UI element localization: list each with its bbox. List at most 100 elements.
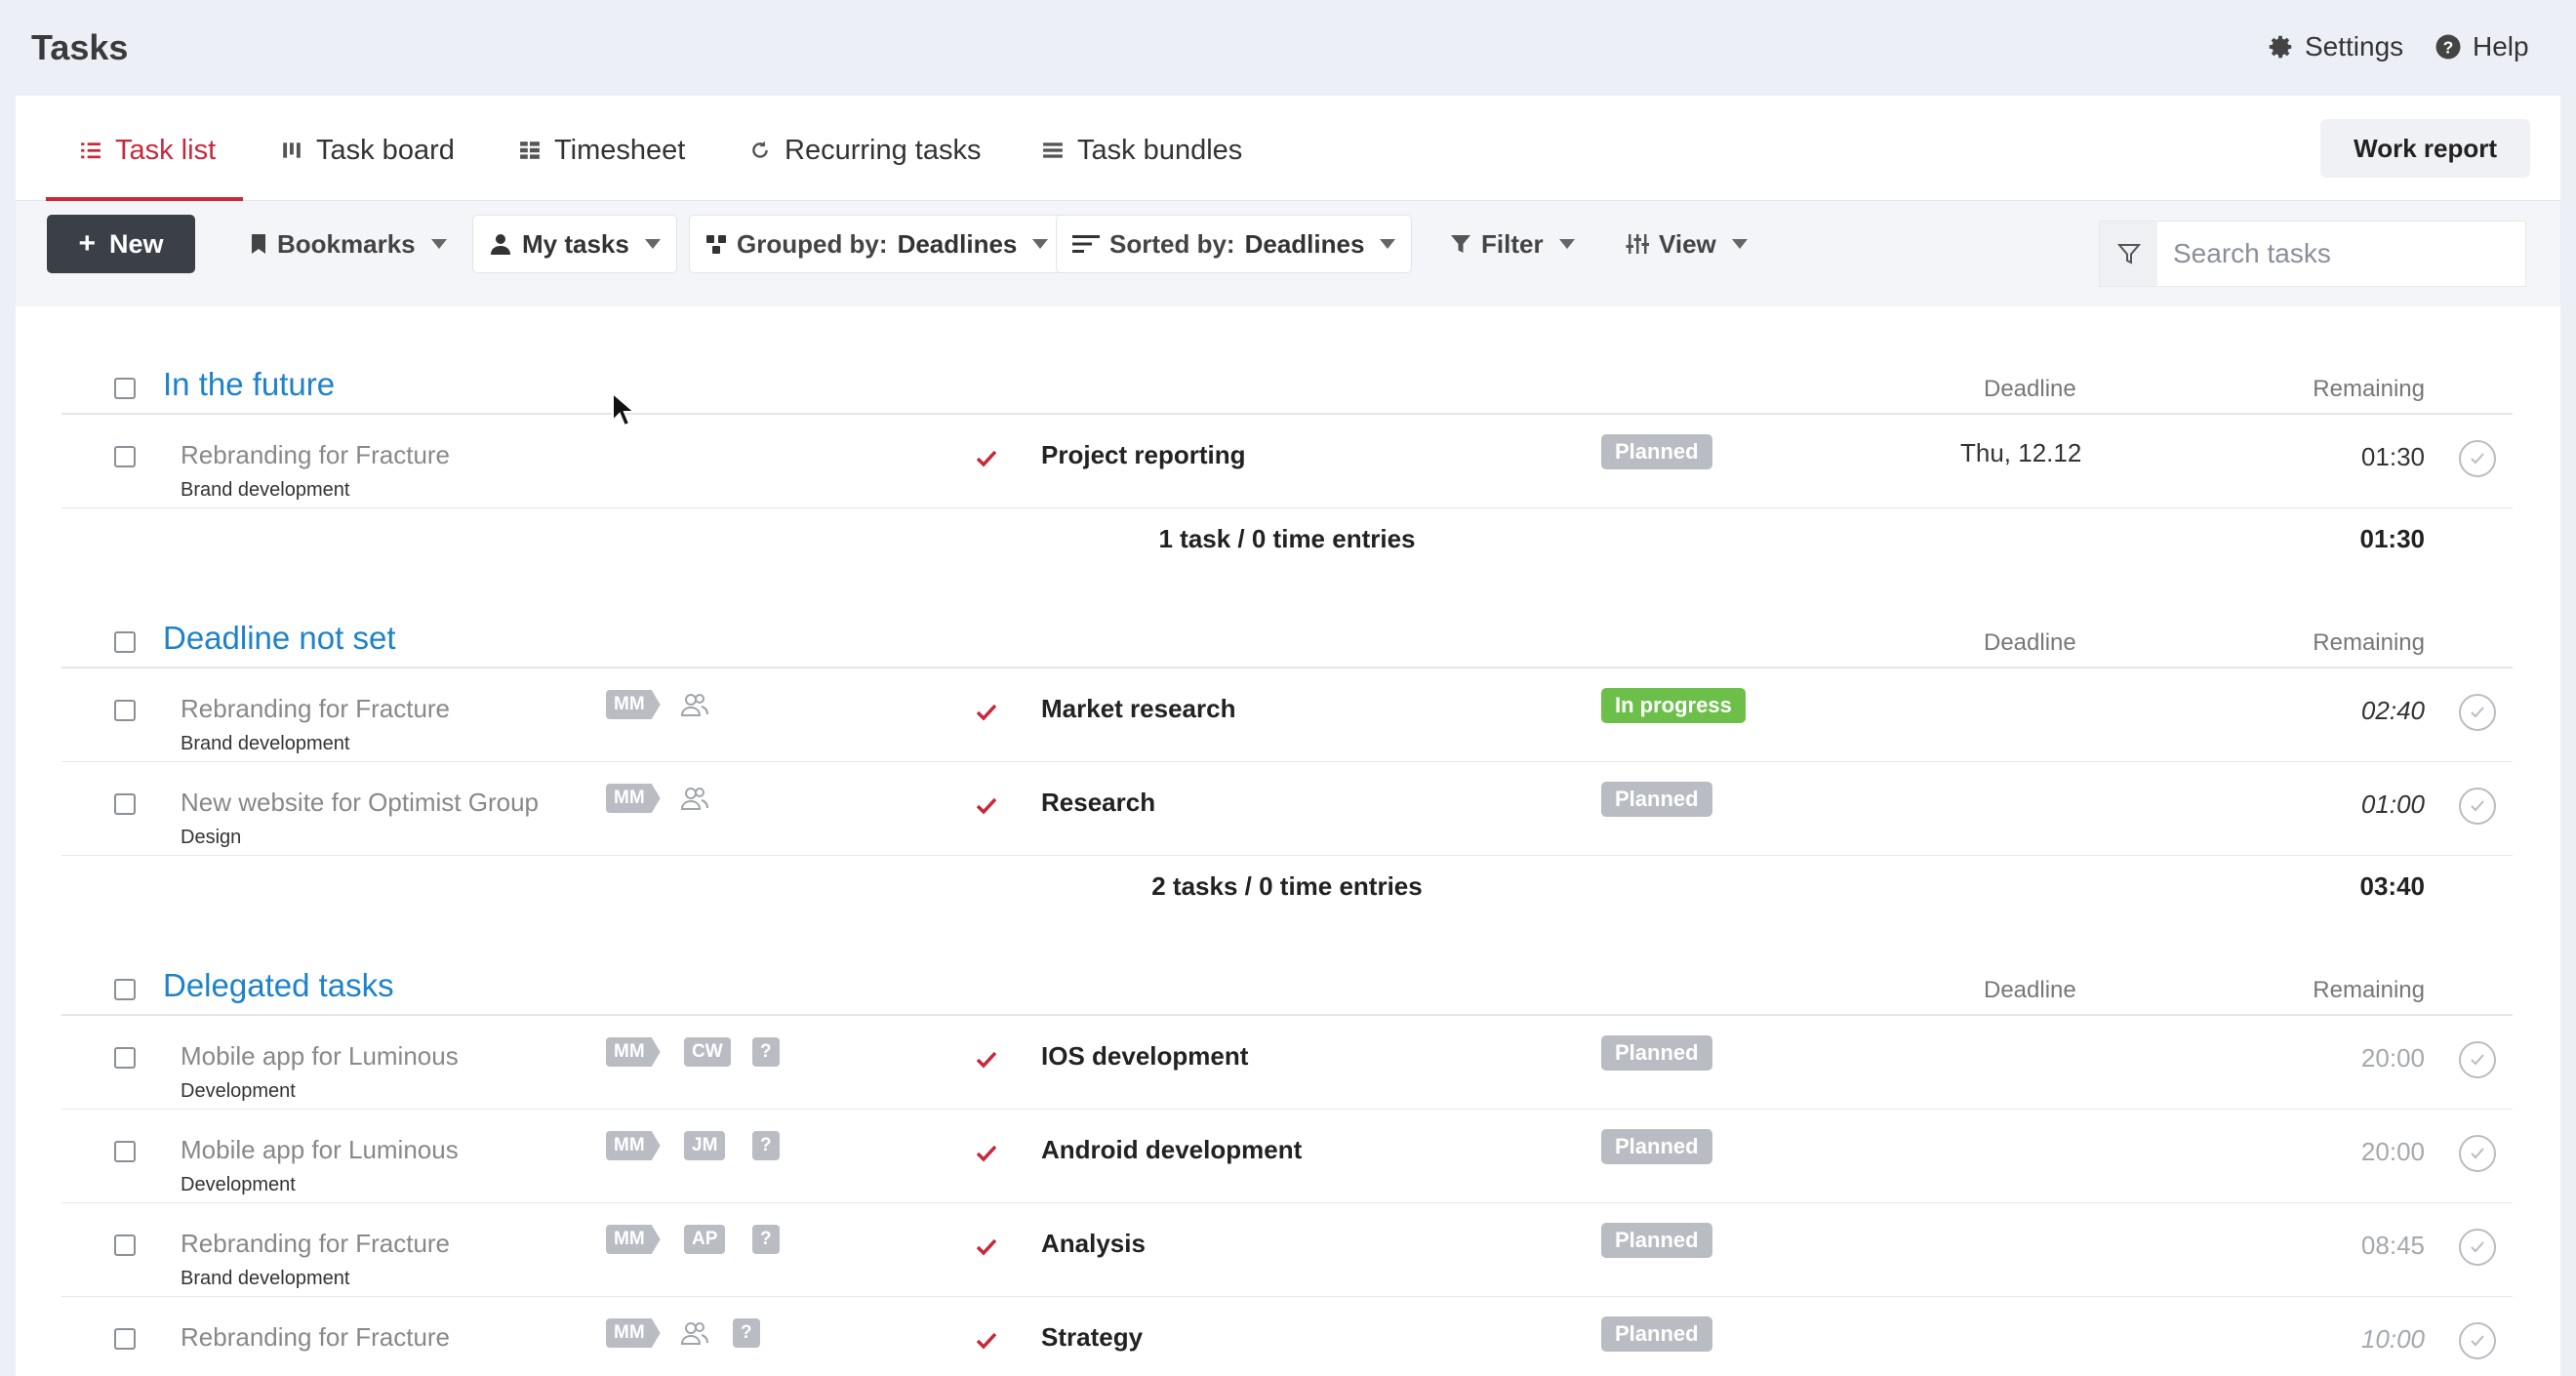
task-row[interactable]: Rebranding for Fracture Brand development… (61, 668, 2513, 762)
user-icon (491, 234, 510, 255)
project-name[interactable]: Rebranding for Fracture (181, 1229, 450, 1259)
tab-timesheet[interactable]: Timesheet (519, 131, 685, 170)
unknown-badge[interactable]: ? (733, 1318, 760, 1348)
search-filter-button[interactable] (2100, 222, 2157, 286)
status-badge[interactable]: Planned (1601, 1223, 1712, 1258)
status-badge[interactable]: Planned (1601, 1035, 1712, 1071)
project-name[interactable]: New website for Optimist Group (181, 788, 539, 818)
complete-task-button[interactable] (2459, 440, 2496, 477)
assignee-badge[interactable]: AP (684, 1225, 726, 1254)
new-task-button[interactable]: + New (47, 215, 195, 273)
deadline-column-header[interactable]: Deadline (1984, 629, 2076, 657)
project-name[interactable]: Mobile app for Luminous (181, 1135, 459, 1165)
task-row[interactable]: Mobile app for Luminous Development MM CW? I… (61, 1016, 2513, 1110)
task-row[interactable]: New website for Optimist Group Design MM Re… (61, 762, 2513, 856)
bundle-icon (1043, 142, 1063, 158)
task-row[interactable]: Rebranding for Fracture MM? Strategy Planne… (61, 1297, 2513, 1376)
assignee-badge[interactable]: CW (684, 1037, 731, 1067)
group-select-checkbox[interactable] (114, 378, 136, 399)
assignee-badge[interactable]: MM (606, 1225, 661, 1254)
complete-task-button[interactable] (2459, 1322, 2496, 1359)
task-row[interactable]: Rebranding for Fracture Brand development… (61, 1203, 2513, 1297)
filter-dropdown[interactable]: Filter (1434, 215, 1590, 273)
search-input[interactable] (2157, 222, 2525, 286)
remaining-column-header[interactable]: Remaining (2313, 977, 2425, 1004)
task-name[interactable]: Market research (1041, 694, 1235, 724)
mouse-cursor-icon (612, 392, 635, 427)
status-badge[interactable]: In progress (1601, 688, 1746, 723)
deadline-column-header[interactable]: Deadline (1984, 376, 2076, 403)
bookmarks-dropdown[interactable]: Bookmarks (234, 215, 463, 273)
unknown-badge[interactable]: ? (752, 1225, 780, 1254)
complete-task-button[interactable] (2459, 1229, 2496, 1266)
task-name[interactable]: Analysis (1041, 1229, 1146, 1259)
work-report-button[interactable]: Work report (2320, 119, 2530, 178)
assignee-badge[interactable]: MM (606, 1131, 661, 1160)
plus-icon: + (78, 227, 96, 260)
task-select-checkbox[interactable] (114, 1328, 136, 1350)
checkmark-icon (976, 698, 997, 728)
task-row[interactable]: Rebranding for Fracture Brand development… (61, 415, 2513, 508)
team-icon (680, 1320, 709, 1346)
my-tasks-dropdown[interactable]: My tasks (472, 215, 677, 273)
filter-icon (2116, 244, 2141, 264)
help-link[interactable]: ? Help (2434, 31, 2529, 62)
grouped-by-dropdown[interactable]: Grouped by: Deadlines (689, 215, 1066, 273)
task-select-checkbox[interactable] (114, 793, 136, 815)
complete-task-button[interactable] (2459, 1041, 2496, 1078)
remaining-time: 01:00 (2360, 789, 2425, 819)
tab-recurring-tasks[interactable]: Recurring tasks (749, 131, 981, 170)
new-label: New (109, 228, 164, 259)
group-title[interactable]: Delegated tasks (163, 967, 394, 1004)
group-select-checkbox[interactable] (114, 979, 136, 1000)
caret-down-icon (644, 239, 661, 249)
page-title: Tasks (31, 27, 129, 67)
help-label: Help (2473, 31, 2529, 61)
task-name[interactable]: IOS development (1041, 1041, 1248, 1072)
status-badge[interactable]: Planned (1601, 434, 1712, 469)
status-badge[interactable]: Planned (1601, 1316, 1712, 1352)
remaining-column-header[interactable]: Remaining (2313, 629, 2425, 657)
task-select-checkbox[interactable] (114, 1141, 136, 1162)
assignee-badge[interactable]: MM (606, 784, 661, 813)
deadline-column-header[interactable]: Deadline (1984, 977, 2076, 1004)
group-select-checkbox[interactable] (114, 631, 136, 653)
tab-task-list[interactable]: Task list (80, 131, 216, 170)
sorted-by-dropdown[interactable]: Sorted by: Deadlines (1056, 215, 1413, 273)
tab-task-bundles[interactable]: Task bundles (1042, 131, 1242, 170)
complete-task-button[interactable] (2459, 1135, 2496, 1172)
unknown-badge[interactable]: ? (752, 1131, 780, 1160)
caret-down-icon (1558, 239, 1575, 249)
project-name[interactable]: Rebranding for Fracture (181, 1322, 450, 1353)
task-row[interactable]: Mobile app for Luminous Development MM JM? A… (61, 1110, 2513, 1203)
task-select-checkbox[interactable] (114, 1234, 136, 1256)
task-select-checkbox[interactable] (114, 700, 136, 721)
top-bar: Tasks Settings ? Help (0, 0, 2576, 96)
team-icon (680, 786, 709, 811)
view-dropdown[interactable]: View (1610, 215, 1763, 273)
task-name[interactable]: Research (1041, 788, 1155, 818)
project-name[interactable]: Rebranding for Fracture (181, 440, 450, 470)
project-name[interactable]: Rebranding for Fracture (181, 694, 450, 724)
status-badge[interactable]: Planned (1601, 782, 1712, 817)
assignee-badge[interactable]: MM (606, 1037, 661, 1067)
complete-task-button[interactable] (2459, 788, 2496, 825)
settings-link[interactable]: Settings (2266, 31, 2403, 62)
assignee-badge[interactable]: MM (606, 690, 661, 719)
assignee-badge[interactable]: MM (606, 1318, 661, 1348)
task-name[interactable]: Android development (1041, 1135, 1302, 1165)
status-badge[interactable]: Planned (1601, 1129, 1712, 1164)
group-title[interactable]: In the future (163, 366, 335, 403)
assignee-badge[interactable]: JM (684, 1131, 726, 1160)
task-select-checkbox[interactable] (114, 446, 136, 467)
project-name[interactable]: Mobile app for Luminous (181, 1041, 459, 1072)
task-select-checkbox[interactable] (114, 1047, 136, 1069)
remaining-column-header[interactable]: Remaining (2313, 376, 2425, 403)
task-name[interactable]: Strategy (1041, 1322, 1143, 1353)
task-name[interactable]: Project reporting (1041, 440, 1245, 470)
tab-task-board[interactable]: Task board (281, 131, 455, 170)
complete-task-button[interactable] (2459, 694, 2496, 731)
group-title[interactable]: Deadline not set (163, 620, 396, 657)
unknown-badge[interactable]: ? (752, 1037, 780, 1067)
grouped-value: Deadlines (897, 228, 1018, 259)
